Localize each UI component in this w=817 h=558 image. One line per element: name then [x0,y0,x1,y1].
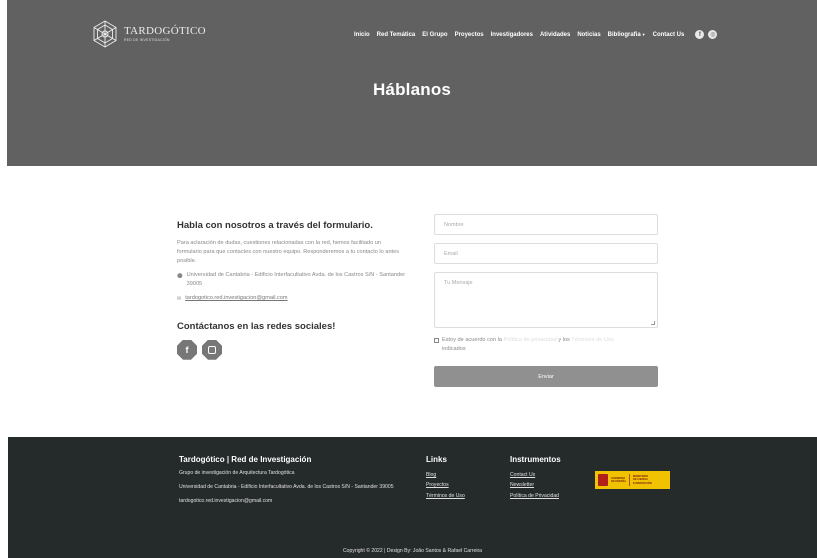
location-pin-icon: ⬤ [177,272,183,279]
footer-link-newsletter[interactable]: Newsletter [510,480,561,490]
hero-header: TARDOGÓTICO RED DE INVESTIGACIÓN Inicio R… [7,0,817,166]
nav-item-red-tematica[interactable]: Red Temática [377,32,416,38]
footer-links: Links Blog Proyectos Términos de Uso [426,455,465,501]
nav-item-investigadores[interactable]: Investigadores [491,32,533,38]
nav-item-inicio[interactable]: Inicio [354,32,370,38]
message-placeholder: Tu Mensaje [444,280,473,286]
terms-link[interactable]: Términos de Uso [571,337,614,343]
contact-description: Para aclaración de dudas, cuestiones rel… [177,240,400,264]
site-logo[interactable]: TARDOGÓTICO RED DE INVESTIGACIÓN [90,19,206,49]
footer-link-blog[interactable]: Blog [426,470,465,480]
nav-label: Contact Us [652,31,685,38]
email-row: ✉ tardogotico.red.investigacion@gmail.co… [177,294,407,303]
footer-title: Tardogótico | Red de Investigación [179,455,312,464]
footer-link-terminos[interactable]: Términos de Uso [426,491,465,501]
social-heading: Contáctanos en las redes sociales! [177,320,336,332]
message-field[interactable]: Tu Mensaje [434,272,658,328]
footer-link-contact[interactable]: Contact Us [510,470,561,480]
consent-suffix: indicados [442,345,466,352]
gov-text-1: GOBIERNO DE ESPAÑA [611,476,626,483]
logo-text: TARDOGÓTICO RED DE INVESTIGACIÓN [124,24,206,43]
email-link[interactable]: tardogotico.red.investigacion@gmail.com [185,294,287,303]
main-nav: Inicio Red Temática El Grupo Proyectos Inves… [354,30,718,39]
nav-label: Red Temática [376,31,416,38]
footer-description: Grupo de investigación de Arquitectura T… [179,470,295,476]
address-row: ⬤ Universidad de Cantabria - Edificio In… [177,271,407,289]
nav-label: Atividades [539,31,571,38]
page: TARDOGÓTICO RED DE INVESTIGACIÓN Inicio R… [0,0,817,558]
envelope-icon: ✉ [177,295,182,302]
footer-link-proyectos[interactable]: Proyectos [426,480,465,490]
facebook-icon[interactable]: f [177,339,197,360]
resize-handle[interactable] [651,321,655,325]
privacy-policy-link[interactable]: Política de privacidad [504,337,557,343]
consent-text: Estoy de acuerdo con la Política de priv… [442,336,614,353]
submit-button[interactable]: Enviar [434,366,658,388]
email-field[interactable]: Email [434,243,658,264]
instagram-ring [208,345,216,354]
nav-item-el-grupo[interactable]: El Grupo [422,32,447,38]
brand-name: TARDOGÓTICO [124,24,206,37]
footer-email: tardogotico.red.investigacion@gmail.com [179,497,273,504]
contact-info: Habla con nosotros a través del formular… [177,220,407,360]
nav-item-atividades[interactable]: Atividades [540,32,570,38]
nav-item-bibliografia[interactable]: Bibliografia▼ [608,32,646,38]
address-text: Universidad de Cantabria - Edificio Inte… [186,271,406,287]
nav-label: El Grupo [422,31,448,38]
nav-label: Inicio [354,31,370,38]
brand-subtitle: RED DE INVESTIGACIÓN [124,37,170,42]
nav-label: Proyectos [454,31,484,38]
nav-item-proyectos[interactable]: Proyectos [455,32,484,38]
copyright: Copyright © 2022 | Design By: João Santo… [343,548,482,554]
name-field[interactable]: Nombre [434,214,658,235]
footer-instruments: Instrumentos Contact Us Newsletter Polít… [510,455,561,501]
instruments-heading: Instrumentos [510,455,561,464]
page-title: Háblanos [372,80,452,99]
footer-brand: Tardogótico | Red de Investigación Grupo… [179,455,399,506]
consent-and: y los [558,337,570,343]
nav-item-contact-us[interactable]: Contact Us [653,32,685,38]
consent-row: Estoy de acuerdo con la Política de priv… [434,336,659,353]
consent-checkbox[interactable] [434,338,439,343]
contact-heading: Habla con nosotros a través del formular… [177,220,373,231]
nav-item-noticias[interactable]: Noticias [577,32,600,38]
social-links: f [177,339,407,360]
government-logo: GOBIERNO DE ESPAÑA MINISTERIO DE CIENCIA… [595,471,670,489]
links-heading: Links [426,455,447,464]
gov-text-2: MINISTERIO DE CIENCIA E INNOVACIÓN [632,475,652,485]
facebook-icon[interactable]: f [695,30,705,39]
contact-form: Nombre Email Tu Mensaje Estoy de acuerdo… [434,214,659,388]
nav-label: Investigadores [490,31,533,38]
instagram-icon[interactable]: ◎ [708,30,718,39]
gov-divider [628,474,630,486]
footer: Tardogótico | Red de Investigación Grupo… [8,437,817,558]
footer-link-privacy[interactable]: Política de Privacidad [510,491,561,501]
nav-label: Bibliografia [607,31,641,38]
instagram-icon[interactable] [202,339,222,360]
nav-label: Noticias [577,31,601,38]
consent-prefix: Estoy de acuerdo con la [442,337,503,343]
coat-of-arms-icon [598,474,608,486]
caret-down-icon: ▼ [641,31,646,37]
footer-address: Universidad de Cantabria - Edificio Inte… [179,483,394,490]
logo-mark-icon [93,20,117,48]
